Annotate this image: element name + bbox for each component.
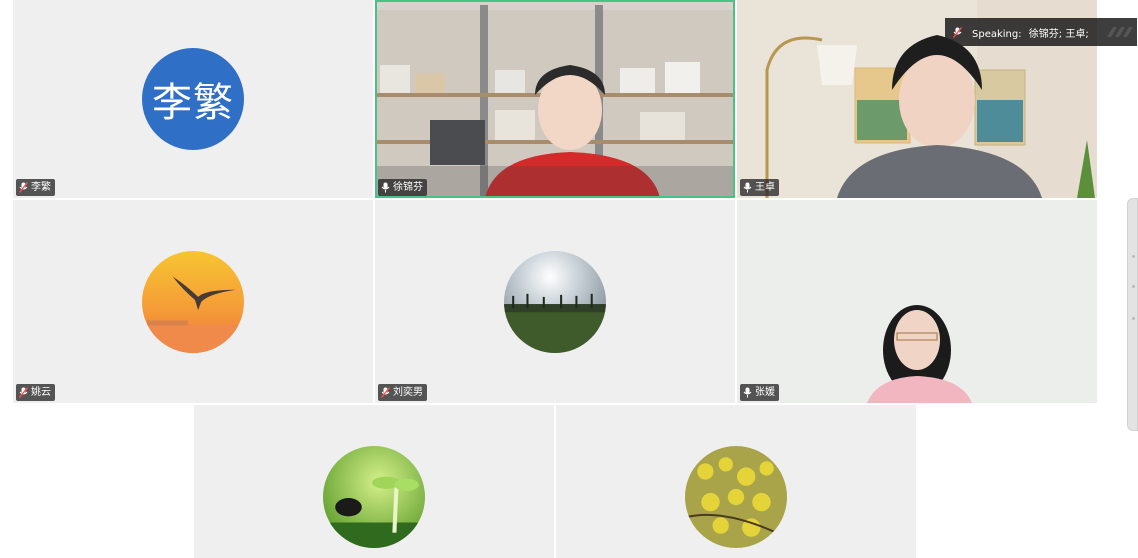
meeting-gallery: 李繁 李繁 徐锦芬 王卓 姚云 刘奕男 张媛 Speaking: 徐锦芬; 王卓… (0, 0, 1138, 558)
participant-tile-zhang-yuan[interactable]: 张媛 (737, 200, 1097, 403)
participant-name: 张媛 (755, 387, 775, 398)
participant-tile-xu-jinfen[interactable]: 徐锦芬 (375, 0, 735, 198)
participant-tile-seedlings[interactable] (194, 405, 554, 558)
participant-name: 徐锦芬 (393, 182, 423, 193)
participant-tile-liu-yinan[interactable]: 刘奕男 (375, 200, 735, 403)
name-tag: 刘奕男 (378, 384, 427, 401)
mic-off-icon (19, 182, 28, 193)
avatar-image-palm-trees-sky (504, 250, 606, 353)
name-tag: 徐锦芬 (378, 179, 427, 196)
side-panel-handle[interactable] (1127, 198, 1138, 431)
name-tag: 张媛 (740, 384, 779, 401)
participant-name: 李繁 (31, 182, 51, 193)
participant-name: 刘奕男 (393, 387, 423, 398)
name-tag: 王卓 (740, 179, 779, 196)
participant-tile-yao-yun[interactable]: 姚云 (13, 200, 373, 403)
name-tag: 李繁 (16, 179, 55, 196)
mic-off-icon (19, 387, 28, 398)
speaking-indicator: Speaking: 徐锦芬; 王卓; (945, 18, 1137, 46)
participant-name: 姚云 (31, 387, 51, 398)
avatar-image-seedlings (323, 446, 425, 548)
drag-handle-icon[interactable] (1105, 26, 1133, 38)
video-feed (737, 200, 1097, 403)
mic-icon (381, 182, 390, 193)
participant-tile-yellow-flowers[interactable] (556, 405, 916, 558)
avatar-image-yellow-flowers (685, 446, 787, 548)
mic-off-icon (953, 26, 962, 38)
participant-name: 王卓 (755, 182, 775, 193)
speaking-label: Speaking: (972, 28, 1022, 40)
mic-icon (743, 387, 752, 398)
avatar-image-sunset-bird (142, 250, 244, 353)
name-tag: 姚云 (16, 384, 55, 401)
avatar-initials: 李繁 (142, 48, 244, 150)
mic-off-icon (381, 387, 390, 398)
speaking-names: 徐锦芬; 王卓; (1028, 28, 1089, 40)
participant-tile-li-fan[interactable]: 李繁 李繁 (13, 0, 373, 198)
mic-icon (743, 182, 752, 193)
video-feed (375, 0, 735, 198)
